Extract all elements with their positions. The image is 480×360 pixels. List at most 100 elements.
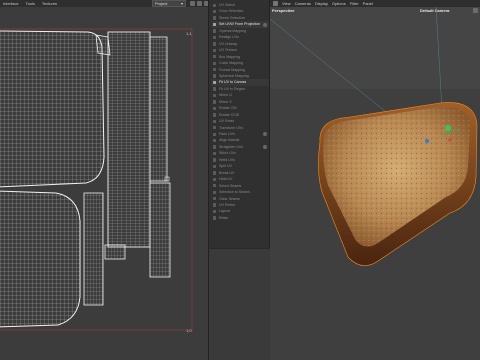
uv-island-strip-5 — [104, 244, 126, 260]
tool-item[interactable]: Pack UVs — [211, 131, 269, 137]
lock-icon[interactable] — [197, 1, 202, 6]
tool-icon — [213, 132, 217, 136]
tool-item[interactable]: Box Mapping — [211, 54, 269, 60]
options-icon[interactable] — [263, 145, 267, 150]
tool-label: UV Unwrap — [219, 41, 238, 46]
tool-label: Break UV — [219, 170, 235, 175]
gizmo-z-handle — [425, 139, 429, 143]
tool-label: UV Select — [219, 3, 235, 7]
tool-item[interactable]: Selection to Seams — [211, 189, 269, 195]
tool-label: Heal UV — [219, 177, 233, 182]
tool-icon — [213, 29, 217, 33]
tool-label: UV Terrace — [219, 48, 237, 53]
tool-label: Shrink Selection — [219, 15, 245, 20]
tool-icon — [213, 145, 217, 149]
tool-icon — [213, 184, 217, 188]
tool-item[interactable]: Fit UV to Canvas — [211, 79, 269, 86]
uv-menu-textures[interactable]: Textures — [42, 1, 57, 6]
gizmo-x-handle — [448, 138, 452, 142]
tool-icon — [213, 113, 217, 117]
tool-icon — [213, 42, 217, 46]
tool-label: Fit UV to Canvas — [219, 80, 247, 85]
tool-icon — [213, 203, 217, 207]
uv-coord-top: 1,1 — [186, 31, 192, 36]
tool-icon — [213, 16, 217, 20]
tool-label: Select Seams — [219, 183, 242, 188]
viewport-menu-view[interactable]: View — [282, 1, 291, 6]
tool-item[interactable]: Set UVW From Projection — [211, 21, 269, 28]
tool-item[interactable]: Straighten UVs — [211, 144, 269, 150]
uv-layout-canvas — [0, 28, 193, 331]
viewport-menu-display[interactable]: Display — [315, 1, 328, 6]
tool-label: Fit UV to Region — [219, 86, 246, 91]
tool-icon — [213, 74, 217, 78]
viewport-menu-cameras[interactable]: Cameras — [295, 1, 311, 6]
viewport-menu-icon[interactable] — [273, 1, 278, 6]
tool-item[interactable]: Align Islands — [211, 137, 269, 143]
tool-item[interactable]: Stitch UVs — [211, 150, 269, 156]
options-icon[interactable] — [263, 22, 267, 27]
tool-item[interactable]: Rotate CCW — [211, 112, 269, 118]
3d-viewport[interactable]: Perspective Default Camera — [270, 7, 480, 360]
tool-item[interactable]: Grow Selection — [211, 8, 269, 14]
tool-label: Relax — [219, 215, 229, 220]
uv-menu-interface[interactable]: Interface — [3, 1, 19, 6]
tool-item[interactable]: Frontal Mapping — [211, 67, 269, 73]
tool-label: Pack UVs — [219, 132, 235, 136]
grid-icon[interactable] — [190, 1, 195, 6]
scene-render — [270, 7, 478, 266]
app-window: Interface Tools Textures Project ▾ 1,1 1… — [0, 0, 480, 360]
tool-item[interactable]: Heal UV — [211, 176, 269, 182]
viewport-menu-options[interactable]: Options — [332, 1, 346, 6]
tool-label: Cubic Mapping — [219, 61, 243, 66]
uv-island-strip-3 — [149, 182, 171, 278]
tool-item[interactable]: Weld UVs — [211, 157, 269, 163]
tool-item[interactable]: UV Relax — [211, 118, 269, 124]
tool-item[interactable]: UV Terrace — [211, 47, 269, 53]
tool-item[interactable]: Shrink Selection — [211, 15, 269, 21]
tool-item[interactable]: Break UV — [211, 170, 269, 176]
uv-island-strip-1 — [107, 31, 151, 248]
tool-label: Align Islands — [219, 138, 240, 143]
uv-island-top — [0, 30, 105, 188]
options-icon[interactable] — [263, 132, 267, 137]
tool-label: Optimal Mapping — [219, 28, 247, 33]
tool-item[interactable]: Select Seams — [211, 183, 269, 189]
tool-item[interactable]: Realign UVs — [211, 34, 269, 40]
tool-item[interactable]: Spherical Mapping — [211, 73, 269, 79]
uv-mode-dropdown[interactable]: Project ▾ — [152, 0, 186, 7]
tool-item[interactable]: Rotate CW — [211, 105, 269, 111]
tool-icon — [213, 151, 217, 156]
tool-label: Mirror U — [219, 93, 232, 98]
tool-label: Layout — [219, 209, 230, 214]
tool-label: Realign UVs — [219, 35, 239, 40]
viewport-menu-panel[interactable]: Panel — [363, 1, 373, 6]
uv-island-bottom — [0, 190, 81, 328]
tool-item[interactable]: Fit UV to Region — [211, 86, 269, 92]
tool-item[interactable]: UV Select — [211, 2, 269, 8]
tool-item[interactable]: Layout — [211, 208, 269, 214]
tool-label: Straighten UVs — [219, 144, 244, 149]
tool-item[interactable]: UV Unwrap — [211, 41, 269, 47]
tool-icon — [213, 177, 217, 182]
tool-item[interactable]: Mirror U — [211, 92, 269, 98]
tool-icon — [213, 164, 217, 169]
tool-icon — [213, 35, 217, 40]
tool-item[interactable]: Cubic Mapping — [211, 60, 269, 66]
tool-item[interactable]: Optimal Mapping — [211, 28, 269, 34]
tool-item[interactable]: Relax — [211, 215, 269, 221]
uv-editor-viewport[interactable]: 1,1 1,0 — [0, 7, 208, 360]
tool-item[interactable]: Split UV — [211, 163, 269, 169]
tool-label: Split UV — [219, 164, 232, 169]
tool-item[interactable]: UV Peeler — [211, 202, 269, 208]
tool-item[interactable]: Mirror V — [211, 99, 269, 105]
tool-label: Rotate CCW — [219, 112, 240, 117]
tool-item[interactable]: Transform UVs — [211, 125, 269, 131]
tool-icon — [213, 55, 217, 59]
viewport-menu-filter[interactable]: Filter — [350, 1, 359, 6]
tool-label: Set UVW From Projection — [219, 22, 261, 27]
tool-item[interactable]: Clear Seams — [211, 196, 269, 202]
tool-icon — [213, 48, 217, 53]
uv-island-strip-4 — [83, 192, 104, 306]
uv-menu-tools[interactable]: Tools — [26, 1, 35, 6]
